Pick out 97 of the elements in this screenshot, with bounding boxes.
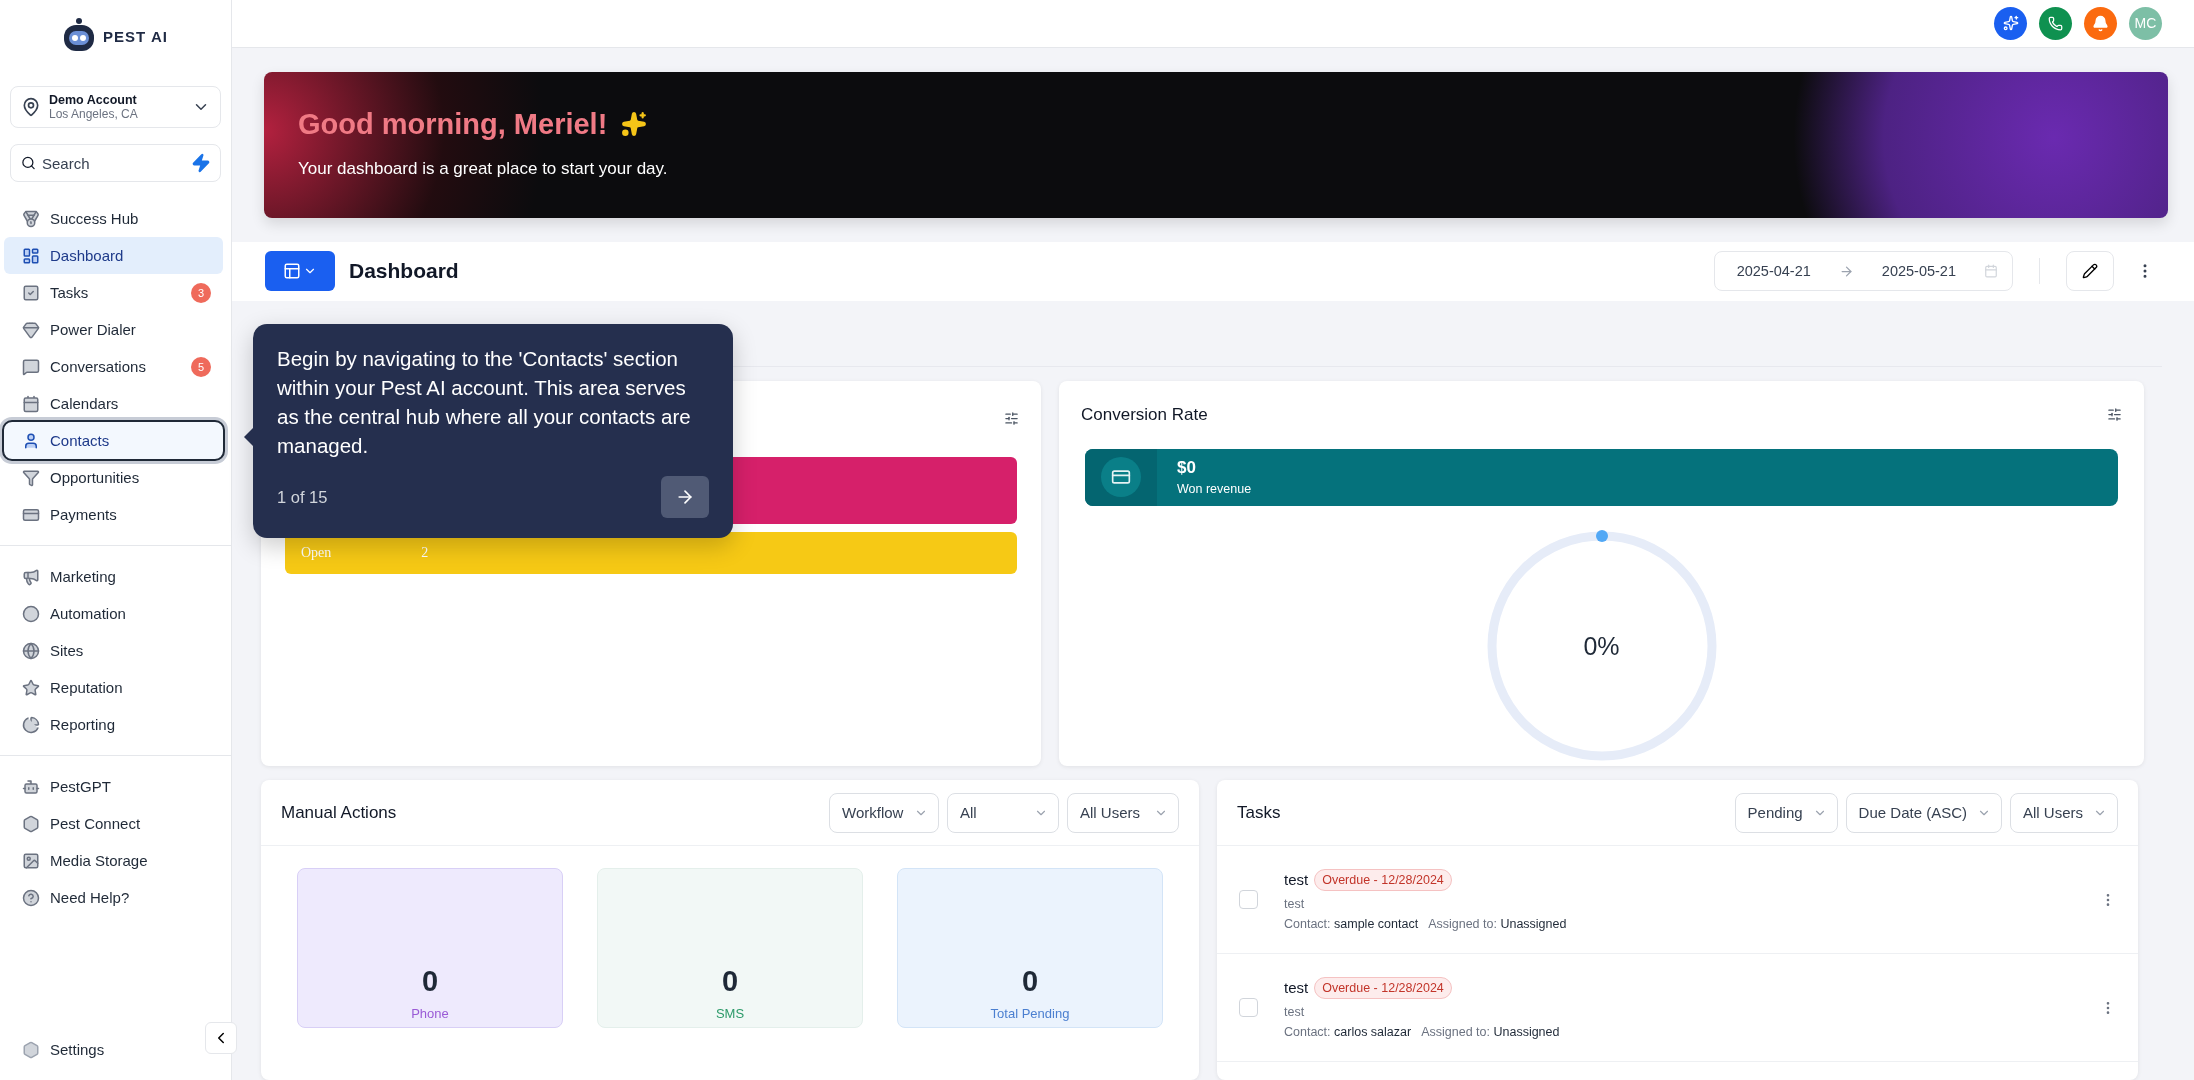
sidebar-item[interactable]: Sites bbox=[4, 632, 223, 669]
card-title: Tasks bbox=[1237, 802, 1281, 823]
overdue-badge: Overdue - 12/28/2024 bbox=[1314, 976, 1452, 999]
revenue-value: $0 bbox=[1177, 458, 1197, 479]
pipeline-bar: Open 2 bbox=[285, 532, 1017, 574]
progress-dot bbox=[1595, 530, 1608, 542]
bell-icon bbox=[2092, 15, 2109, 32]
stat-value: 0 bbox=[721, 965, 739, 998]
greeting-subtitle: Your dashboard is a great place to start your day. bbox=[298, 158, 669, 179]
phone-button[interactable] bbox=[2039, 7, 2072, 40]
task-description: test bbox=[1284, 896, 1306, 911]
task-checkbox[interactable] bbox=[1239, 890, 1258, 909]
funnel-icon bbox=[22, 468, 40, 487]
sidebar-item[interactable]: Pest Connect bbox=[4, 805, 223, 842]
task-assignee: Assigned to: Unassigned bbox=[1428, 916, 1567, 931]
sidebar-item[interactable]: Dashboard bbox=[4, 237, 223, 274]
card-title: Manual Actions bbox=[281, 802, 397, 823]
pencil-icon bbox=[2082, 263, 2098, 280]
calendar-icon bbox=[22, 394, 40, 413]
phone-icon bbox=[2048, 16, 2063, 31]
overdue-badge: Overdue - 12/28/2024 bbox=[1314, 868, 1452, 891]
sparkles-icon bbox=[621, 111, 648, 138]
stat-value: 0 bbox=[1021, 965, 1039, 998]
sidebar-item[interactable]: Settings bbox=[4, 1031, 195, 1068]
stat-label: Total Pending bbox=[990, 1006, 1070, 1021]
filter-dropdown[interactable]: Due Date (ASC) bbox=[1845, 792, 2002, 833]
pie-chart-icon bbox=[22, 715, 40, 734]
filter-dropdown[interactable]: All Users bbox=[1067, 792, 1179, 833]
filter-dropdown[interactable]: All Users bbox=[2010, 792, 2118, 833]
sidebar-item[interactable]: Opportunities bbox=[4, 459, 223, 496]
filter-settings-icon[interactable] bbox=[1004, 410, 1019, 426]
hexagon-icon bbox=[22, 1040, 40, 1059]
location-pin-icon bbox=[21, 97, 41, 117]
sidebar-item[interactable]: Marketing bbox=[4, 558, 223, 595]
conversion-rate-value: 0% bbox=[1583, 631, 1620, 661]
task-title: test bbox=[1284, 871, 1309, 888]
count-badge: 5 bbox=[191, 356, 211, 377]
gem-icon bbox=[22, 320, 40, 339]
robot-icon bbox=[22, 777, 40, 796]
brand-name: PEST AI bbox=[103, 27, 168, 45]
next-button[interactable] bbox=[661, 476, 709, 519]
search-icon bbox=[21, 155, 36, 171]
dashboard-icon bbox=[22, 246, 40, 265]
sidebar-item[interactable]: Power Dialer bbox=[4, 311, 223, 348]
search-field[interactable]: Search bbox=[10, 144, 221, 182]
sidebar-item[interactable]: Automation bbox=[4, 595, 223, 632]
sparkles-icon bbox=[2002, 15, 2019, 32]
sidebar-item[interactable]: Reputation bbox=[4, 669, 223, 706]
date-range-picker[interactable]: 2025-04-21 2025-05-21 bbox=[1713, 251, 2013, 292]
star-icon bbox=[22, 678, 40, 697]
task-description: test bbox=[1284, 1004, 1306, 1019]
card-title: Conversion Rate bbox=[1081, 404, 1208, 425]
hexagon-icon bbox=[22, 814, 40, 833]
ai-button[interactable] bbox=[1994, 7, 2027, 40]
tour-message: Begin by navigating to the 'Contacts' section within your Pest AI account. This area serves as the central hub where all your contacts are managed. bbox=[277, 346, 692, 460]
task-checkbox[interactable] bbox=[1239, 998, 1258, 1017]
filter-dropdown[interactable]: Workflow bbox=[829, 792, 939, 833]
filter-settings-icon[interactable] bbox=[2107, 407, 2122, 423]
tour-step-counter: 1 of 15 bbox=[277, 487, 328, 507]
revenue-label: Won revenue bbox=[1177, 482, 1252, 497]
task-contact: Contact: carlos salazar bbox=[1284, 1024, 1412, 1039]
person-icon bbox=[22, 431, 40, 450]
task-contact: Contact: sample contact bbox=[1284, 916, 1419, 931]
filter-dropdown[interactable]: All bbox=[947, 792, 1059, 833]
checkbox-icon bbox=[22, 283, 40, 302]
chat-icon bbox=[22, 357, 40, 376]
stat-value: 0 bbox=[421, 965, 439, 998]
medal-icon bbox=[22, 209, 40, 228]
calendar-icon bbox=[1984, 264, 1998, 279]
layout-icon bbox=[283, 262, 301, 281]
edit-button[interactable] bbox=[2066, 251, 2114, 292]
notifications-button[interactable] bbox=[2084, 7, 2117, 40]
help-icon bbox=[22, 888, 40, 907]
sidebar-item[interactable]: Success Hub bbox=[4, 200, 223, 237]
filter-dropdown[interactable]: Pending bbox=[1734, 792, 1838, 833]
sidebar-item[interactable]: Need Help? bbox=[4, 879, 223, 916]
greeting-title: Good morning, Meriel! bbox=[298, 107, 608, 141]
sidebar-item[interactable]: Conversations 5 bbox=[4, 348, 223, 385]
task-title: test bbox=[1284, 979, 1309, 996]
account-selector[interactable]: Demo Account Los Angeles, CA bbox=[10, 86, 221, 128]
arrow-right-icon bbox=[1838, 263, 1854, 279]
task-assignee: Assigned to: Unassigned bbox=[1421, 1024, 1560, 1039]
stat-label: SMS bbox=[715, 1006, 745, 1021]
sidebar-item[interactable]: Reporting bbox=[4, 706, 223, 743]
sidebar-item[interactable]: Media Storage bbox=[4, 842, 223, 879]
sidebar-item[interactable]: PestGPT bbox=[4, 768, 223, 805]
count-badge: 3 bbox=[191, 282, 211, 303]
image-icon bbox=[22, 851, 40, 870]
sidebar-item[interactable]: Calendars bbox=[4, 385, 223, 422]
sidebar-item[interactable]: Payments bbox=[4, 496, 223, 533]
sidebar-item[interactable]: Tasks 3 bbox=[4, 274, 223, 311]
layout-menu-button[interactable] bbox=[265, 251, 335, 292]
globe-icon bbox=[22, 641, 40, 660]
page-title: Dashboard bbox=[349, 259, 460, 284]
megaphone-icon bbox=[22, 567, 40, 586]
lightning-icon bbox=[191, 153, 211, 173]
stat-label: Phone bbox=[411, 1006, 449, 1021]
